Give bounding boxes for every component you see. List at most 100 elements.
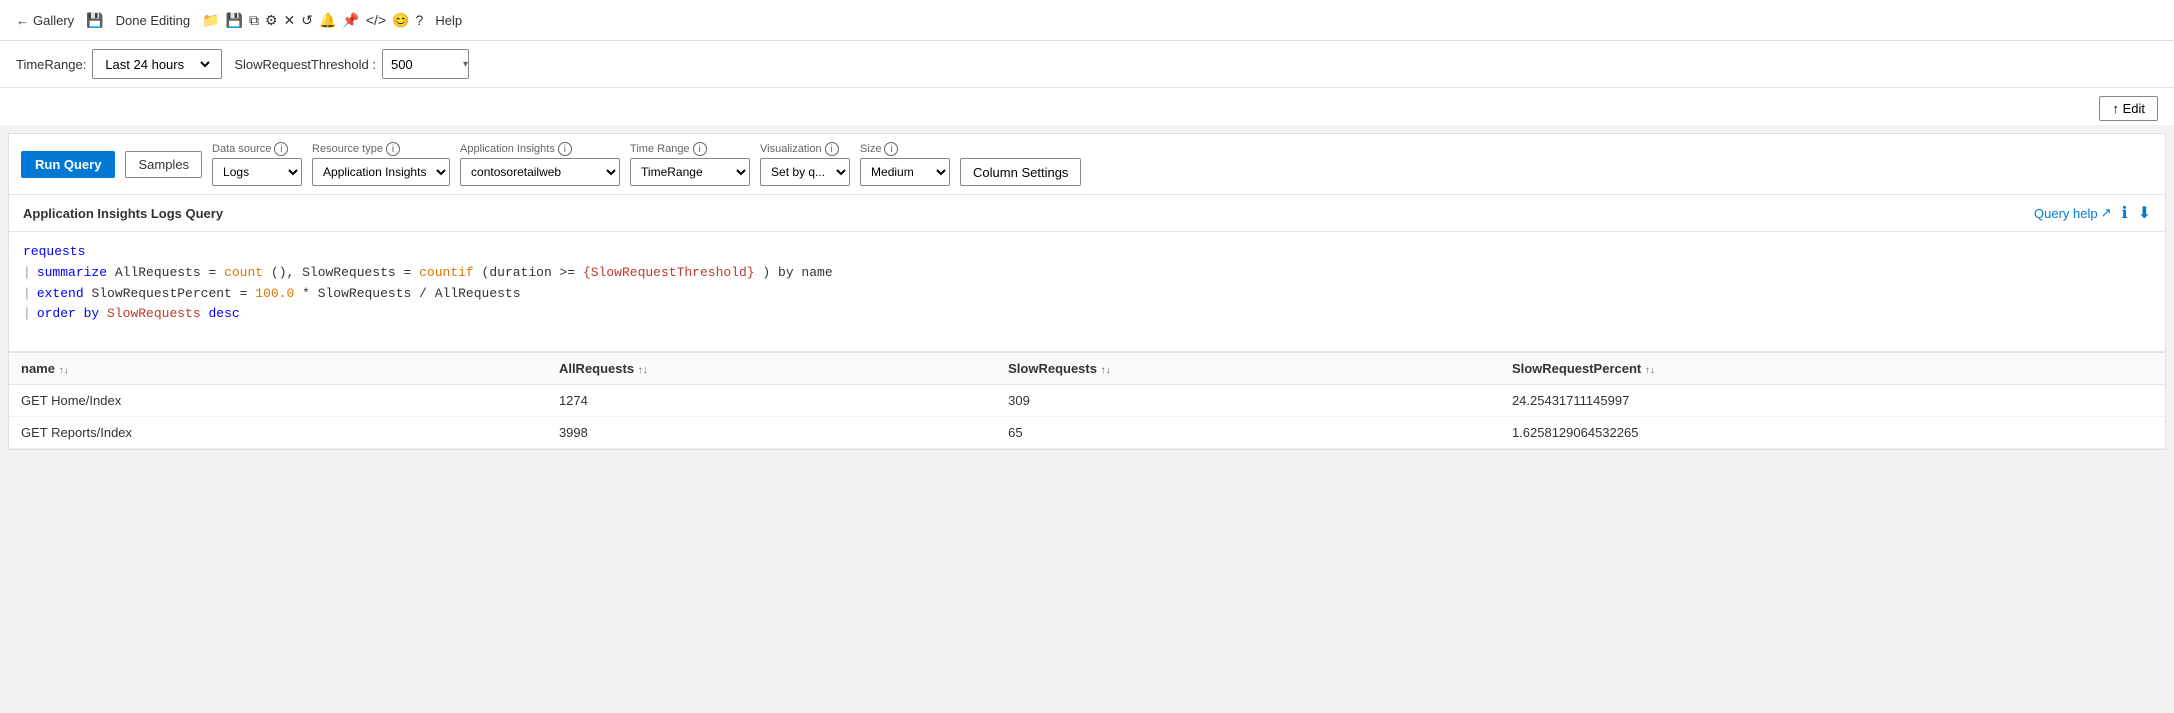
sort-icon-allrequests: ↑↓ — [638, 365, 648, 376]
row1-name: GET Home/Index — [9, 385, 547, 417]
time-range-field-group: Time Range i TimeRange — [630, 142, 750, 186]
download-icon[interactable]: ⬇ — [2138, 203, 2151, 223]
visualization-select[interactable]: Set by q... — [760, 158, 850, 186]
gallery-button[interactable]: ← Gallery — [10, 9, 80, 32]
query-help-link[interactable]: Query help ↗ — [2034, 205, 2112, 221]
table-row: GET Home/Index 1274 309 24.2543171114599… — [9, 385, 2165, 417]
resource-type-select[interactable]: Application Insights — [312, 158, 450, 186]
slow-request-chevron: ▾ — [463, 59, 468, 70]
samples-label: Samples — [138, 157, 189, 172]
row2-allrequests: 3998 — [547, 417, 996, 449]
app-insights-info-icon: i — [558, 142, 572, 156]
col-allrequests[interactable]: AllRequests ↑↓ — [547, 353, 996, 385]
floppy-icon: 💾 — [226, 12, 243, 29]
column-settings-label: Column Settings — [973, 165, 1068, 180]
done-editing-label: Done Editing — [116, 13, 190, 28]
row1-slowrequests: 309 — [996, 385, 1500, 417]
copy-icon: ⧉ — [249, 12, 259, 29]
query-help-text: Query help — [2034, 206, 2098, 221]
slow-request-label: SlowRequestThreshold : — [234, 57, 376, 72]
data-source-label: Data source i — [212, 142, 302, 156]
time-range-select-wrapper[interactable]: Last 24 hours — [92, 49, 222, 79]
help-label: Help — [435, 13, 462, 28]
code-line-4: | order by SlowRequests desc — [23, 304, 2151, 325]
table-body: GET Home/Index 1274 309 24.2543171114599… — [9, 385, 2165, 449]
emoji-icon: 😊 — [392, 12, 409, 29]
sort-icon-name: ↑↓ — [59, 365, 69, 376]
pipe-1: | — [23, 263, 31, 284]
row2-slowrequests: 65 — [996, 417, 1500, 449]
time-range-field-info-icon: i — [693, 142, 707, 156]
code-icon: </> — [366, 12, 386, 28]
external-link-icon: ↗ — [2101, 205, 2112, 221]
close-icon: ✕ — [284, 12, 296, 29]
info-icon-2: ℹ — [2122, 203, 2128, 223]
size-select[interactable]: Medium — [860, 158, 950, 186]
question-icon: ? — [416, 12, 424, 28]
params-bar: TimeRange: Last 24 hours SlowRequestThre… — [0, 41, 2174, 88]
query-title: Application Insights Logs Query — [23, 206, 223, 221]
visualization-label: Visualization i — [760, 142, 850, 156]
run-query-label: Run Query — [35, 157, 101, 172]
visualization-info-icon: i — [825, 142, 839, 156]
done-editing-button[interactable]: Done Editing — [110, 9, 196, 32]
gallery-label: Gallery — [33, 13, 74, 28]
edit-button-label: ↑ Edit — [2112, 101, 2145, 116]
save-icon: 💾 — [86, 12, 103, 29]
data-source-info-icon: i — [274, 142, 288, 156]
code-line-1: requests — [23, 242, 2151, 263]
size-label: Size i — [860, 142, 950, 156]
pipe-2: | — [23, 284, 31, 305]
col-name[interactable]: name ↑↓ — [9, 353, 547, 385]
slow-request-input-wrapper: ▾ — [382, 49, 469, 79]
results-table-container: name ↑↓ AllRequests ↑↓ SlowRequests ↑↓ — [9, 352, 2165, 449]
code-line-2: | summarize AllRequests = count (), Slow… — [23, 263, 2151, 284]
query-toolbar: Run Query Samples Data source i Logs Res… — [9, 134, 2165, 195]
resource-type-group: Resource type i Application Insights — [312, 142, 450, 186]
col-slowrequestpercent[interactable]: SlowRequestPercent ↑↓ — [1500, 353, 2165, 385]
row1-allrequests: 1274 — [547, 385, 996, 417]
query-title-bar: Application Insights Logs Query Query he… — [9, 195, 2165, 232]
slow-request-input[interactable] — [383, 53, 463, 76]
time-range-label: TimeRange: — [16, 57, 86, 72]
query-actions: Query help ↗ ℹ ⬇ — [2034, 203, 2151, 223]
time-range-select[interactable]: Last 24 hours — [101, 56, 213, 73]
size-info-icon: i — [884, 142, 898, 156]
table-header: name ↑↓ AllRequests ↑↓ SlowRequests ↑↓ — [9, 353, 2165, 385]
app-insights-label: Application Insights i — [460, 142, 620, 156]
size-group: Size i Medium — [860, 142, 950, 186]
time-range-field-label: Time Range i — [630, 142, 750, 156]
code-text-4: order by SlowRequests desc — [37, 304, 240, 325]
code-text-3: extend SlowRequestPercent = 100.0 * Slow… — [37, 284, 521, 305]
code-text-2: summarize AllRequests = count (), SlowRe… — [37, 263, 833, 284]
code-line-3: | extend SlowRequestPercent = 100.0 * Sl… — [23, 284, 2151, 305]
table-row: GET Reports/Index 3998 65 1.625812906453… — [9, 417, 2165, 449]
time-range-group: TimeRange: Last 24 hours — [16, 49, 222, 79]
code-keyword-requests: requests — [23, 242, 85, 263]
row2-name: GET Reports/Index — [9, 417, 547, 449]
resource-type-label: Resource type i — [312, 142, 450, 156]
sort-icon-slowrequestpercent: ↑↓ — [1645, 365, 1655, 376]
results-table: name ↑↓ AllRequests ↑↓ SlowRequests ↑↓ — [9, 352, 2165, 449]
main-content: Run Query Samples Data source i Logs Res… — [8, 133, 2166, 450]
slow-request-group: SlowRequestThreshold : ▾ — [234, 49, 469, 79]
sort-icon-slowrequests: ↑↓ — [1101, 365, 1111, 376]
column-settings-button[interactable]: Column Settings — [960, 158, 1081, 186]
help-button[interactable]: Help — [429, 9, 468, 32]
edit-button-area: ↑ Edit — [0, 88, 2174, 125]
share-icon: 🔔 — [319, 12, 336, 29]
outer-wrapper: TimeRange: Last 24 hours SlowRequestThre… — [0, 41, 2174, 713]
edit-button[interactable]: ↑ Edit — [2099, 96, 2158, 121]
app-insights-select[interactable]: contosoretailweb — [460, 158, 620, 186]
time-range-field-select[interactable]: TimeRange — [630, 158, 750, 186]
settings-icon: ⚙ — [265, 12, 278, 29]
code-editor[interactable]: requests | summarize AllRequests = count… — [9, 232, 2165, 352]
run-query-button[interactable]: Run Query — [21, 151, 115, 178]
col-slowrequests[interactable]: SlowRequests ↑↓ — [996, 353, 1500, 385]
samples-button[interactable]: Samples — [125, 151, 202, 178]
visualization-group: Visualization i Set by q... — [760, 142, 850, 186]
data-source-group: Data source i Logs — [212, 142, 302, 186]
data-source-select[interactable]: Logs — [212, 158, 302, 186]
row1-slowrequestpercent: 24.25431711145997 — [1500, 385, 2165, 417]
app-insights-group: Application Insights i contosoretailweb — [460, 142, 620, 186]
